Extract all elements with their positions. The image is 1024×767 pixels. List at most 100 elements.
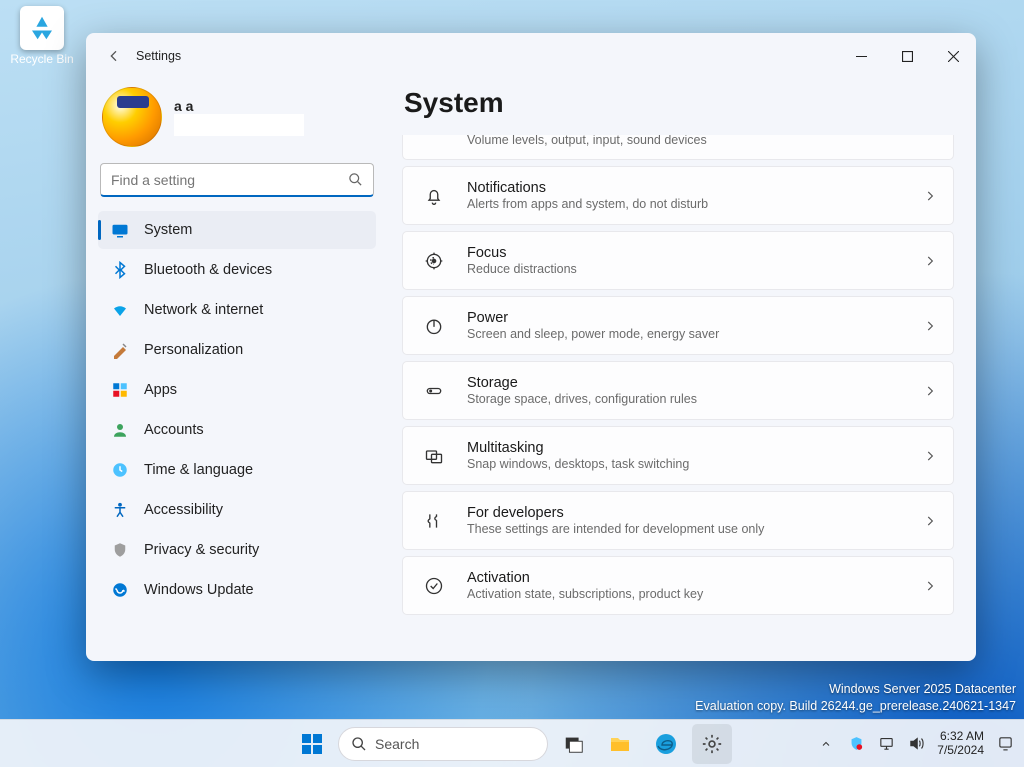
chevron-right-icon <box>923 514 937 528</box>
developers-icon <box>423 511 445 531</box>
chevron-right-icon <box>923 189 937 203</box>
accounts-icon <box>110 420 130 440</box>
settings-card-sound_partial: Volume levels, output, input, sound devi… <box>402 135 954 160</box>
settings-card-notifications[interactable]: NotificationsAlerts from apps and system… <box>402 166 954 225</box>
start-button[interactable] <box>292 724 332 764</box>
tray-volume-icon[interactable] <box>903 724 929 764</box>
bluetooth-icon <box>110 260 130 280</box>
user-name: a a <box>174 98 304 114</box>
focus-icon <box>423 251 445 271</box>
sidebar-item-update[interactable]: Windows Update <box>98 571 376 609</box>
taskbar: Search <box>0 719 1024 767</box>
sidebar-item-label: Personalization <box>144 342 243 358</box>
recycle-bin-icon <box>20 6 64 50</box>
sidebar-item-time[interactable]: Time & language <box>98 451 376 489</box>
card-subtitle: Reduce distractions <box>467 262 923 276</box>
sidebar-item-accessibility[interactable]: Accessibility <box>98 491 376 529</box>
clock-date: 7/5/2024 <box>937 744 984 758</box>
sidebar-item-label: Privacy & security <box>144 542 259 558</box>
settings-card-storage[interactable]: StorageStorage space, drives, configurat… <box>402 361 954 420</box>
sidebar-item-label: Accessibility <box>144 502 223 518</box>
network-icon <box>110 300 130 320</box>
profile-block[interactable]: a a <box>98 79 376 159</box>
time-icon <box>110 460 130 480</box>
card-subtitle: These settings are intended for developm… <box>467 522 923 536</box>
close-button[interactable] <box>930 33 976 79</box>
system-icon <box>110 220 130 240</box>
sidebar-item-personalization[interactable]: Personalization <box>98 331 376 369</box>
card-title: Storage <box>467 375 923 391</box>
sidebar: a a System Bluetooth & devices Network & i… <box>86 79 388 661</box>
sidebar-item-label: System <box>144 222 192 238</box>
sidebar-item-network[interactable]: Network & internet <box>98 291 376 329</box>
card-subtitle: Alerts from apps and system, do not dist… <box>467 197 923 211</box>
settings-card-activation[interactable]: ActivationActivation state, subscription… <box>402 556 954 615</box>
apps-icon <box>110 380 130 400</box>
sidebar-item-privacy[interactable]: Privacy & security <box>98 531 376 569</box>
chevron-right-icon <box>923 579 937 593</box>
recycle-bin-label: Recycle Bin <box>10 52 74 66</box>
card-subtitle: Snap windows, desktops, task switching <box>467 457 923 471</box>
user-meta-redacted <box>174 114 304 136</box>
power-icon <box>423 316 445 336</box>
taskbar-search[interactable]: Search <box>338 727 548 761</box>
sidebar-item-system[interactable]: System <box>98 211 376 249</box>
desktop-icon-recycle-bin[interactable]: Recycle Bin <box>10 6 74 66</box>
personalization-icon <box>110 340 130 360</box>
main-pane: System Volume levels, output, input, sou… <box>388 79 976 661</box>
minimize-button[interactable] <box>838 33 884 79</box>
edge-button[interactable] <box>646 724 686 764</box>
sidebar-item-accounts[interactable]: Accounts <box>98 411 376 449</box>
sidebar-item-label: Bluetooth & devices <box>144 262 272 278</box>
card-title: Activation <box>467 570 923 586</box>
search-input[interactable] <box>111 172 348 188</box>
activation-icon <box>423 576 445 596</box>
settings-card-list[interactable]: Volume levels, output, input, sound devi… <box>402 135 968 661</box>
tray-security-icon[interactable] <box>843 724 869 764</box>
back-button[interactable] <box>96 38 132 74</box>
desktop: Recycle Bin Settings <box>0 0 1024 767</box>
storage-icon <box>423 381 445 401</box>
task-view-button[interactable] <box>554 724 594 764</box>
search-box[interactable] <box>100 163 374 197</box>
card-title: For developers <box>467 505 923 521</box>
sidebar-item-label: Network & internet <box>144 302 263 318</box>
clock-time: 6:32 AM <box>937 730 984 744</box>
nav-list: System Bluetooth & devices Network & inter… <box>98 211 376 609</box>
app-title: Settings <box>136 49 181 63</box>
watermark-line1: Windows Server 2025 Datacenter <box>695 681 1016 698</box>
sidebar-item-label: Apps <box>144 382 177 398</box>
settings-card-multitasking[interactable]: MultitaskingSnap windows, desktops, task… <box>402 426 954 485</box>
sidebar-item-bluetooth[interactable]: Bluetooth & devices <box>98 251 376 289</box>
tray-network-icon[interactable] <box>873 724 899 764</box>
settings-card-focus[interactable]: FocusReduce distractions <box>402 231 954 290</box>
tray-notifications-icon[interactable] <box>992 724 1018 764</box>
card-subtitle: Storage space, drives, configuration rul… <box>467 392 923 406</box>
sidebar-item-label: Accounts <box>144 422 204 438</box>
chevron-right-icon <box>923 319 937 333</box>
settings-card-power[interactable]: PowerScreen and sleep, power mode, energ… <box>402 296 954 355</box>
sidebar-item-label: Time & language <box>144 462 253 478</box>
card-subtitle: Volume levels, output, input, sound devi… <box>467 135 923 147</box>
page-title: System <box>404 87 968 119</box>
watermark: Windows Server 2025 Datacenter Evaluatio… <box>695 681 1016 715</box>
avatar <box>102 87 162 147</box>
taskbar-clock[interactable]: 6:32 AM 7/5/2024 <box>933 730 988 758</box>
card-title: Power <box>467 310 923 326</box>
multitasking-icon <box>423 446 445 466</box>
card-title: Multitasking <box>467 440 923 456</box>
sidebar-item-apps[interactable]: Apps <box>98 371 376 409</box>
card-subtitle: Screen and sleep, power mode, energy sav… <box>467 327 923 341</box>
settings-card-developers[interactable]: For developersThese settings are intende… <box>402 491 954 550</box>
update-icon <box>110 580 130 600</box>
card-subtitle: Activation state, subscriptions, product… <box>467 587 923 601</box>
taskbar-search-label: Search <box>375 736 419 752</box>
watermark-line2: Evaluation copy. Build 26244.ge_prerelea… <box>695 698 1016 715</box>
tray-chevron-up-icon[interactable] <box>813 724 839 764</box>
chevron-right-icon <box>923 449 937 463</box>
settings-taskbar-button[interactable] <box>692 724 732 764</box>
chevron-right-icon <box>923 254 937 268</box>
titlebar: Settings <box>86 33 976 79</box>
file-explorer-button[interactable] <box>600 724 640 764</box>
maximize-button[interactable] <box>884 33 930 79</box>
